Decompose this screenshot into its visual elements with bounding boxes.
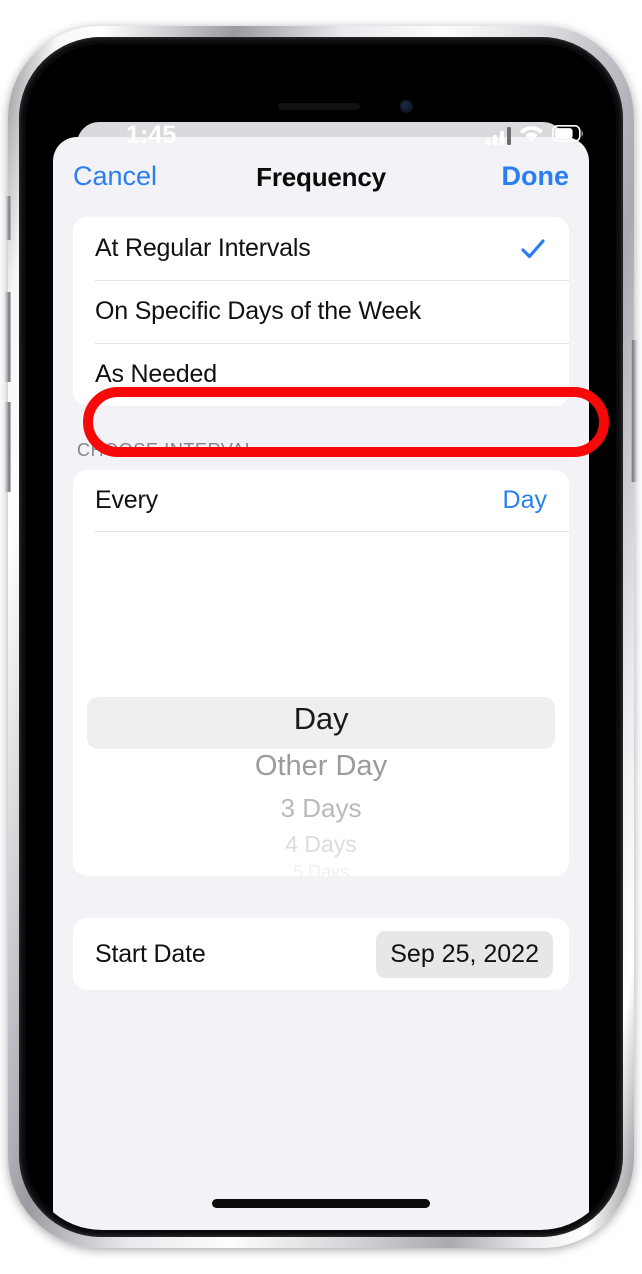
option-label: As Needed: [95, 360, 217, 388]
home-indicator[interactable]: [212, 1199, 430, 1208]
earpiece-speaker-icon: [278, 103, 360, 110]
interval-picker-wheel[interactable]: Day Other Day 3 Days 4 Days 5 Days: [73, 531, 569, 876]
every-row[interactable]: Every Day: [73, 470, 569, 531]
option-label: On Specific Days of the Week: [95, 297, 422, 325]
cellular-signal-icon: [485, 126, 511, 145]
frequency-sheet: Cancel Frequency Done At Regular Interva…: [53, 137, 589, 1230]
frequency-options-card: At Regular Intervals On Specific Days of…: [73, 217, 569, 406]
divider: [95, 531, 569, 532]
start-date-row[interactable]: Start Date Sep 25, 2022: [73, 918, 569, 990]
volume-up-button[interactable]: [4, 292, 11, 382]
frequency-option-as-needed[interactable]: As Needed: [73, 343, 569, 406]
frequency-option-at-regular-intervals[interactable]: At Regular Intervals: [73, 217, 569, 280]
option-label: At Regular Intervals: [95, 234, 311, 262]
status-time: 1:45: [126, 121, 177, 149]
notch: [212, 44, 430, 78]
picker-option[interactable]: Other Day: [73, 750, 569, 783]
done-button[interactable]: Done: [502, 161, 570, 192]
start-date-card: Start Date Sep 25, 2022: [73, 918, 569, 990]
battery-icon: [552, 124, 584, 147]
start-date-value[interactable]: Sep 25, 2022: [376, 930, 553, 978]
choose-interval-section-header: CHOOSE INTERVAL: [77, 440, 256, 460]
picker-option-selected[interactable]: Day: [73, 701, 569, 737]
status-bar: 1:45: [52, 88, 616, 150]
picker-option[interactable]: 4 Days: [73, 831, 569, 858]
mute-switch-button[interactable]: [5, 196, 11, 240]
volume-down-button[interactable]: [4, 402, 11, 492]
interval-picker-card: Every Day Day Other Day 3 Days 4 Days 5 …: [73, 470, 569, 876]
wifi-icon: [520, 124, 543, 147]
every-value[interactable]: Day: [503, 486, 547, 515]
picker-option[interactable]: 5 Days: [73, 862, 569, 876]
picker-option[interactable]: 3 Days: [73, 793, 569, 824]
start-date-label: Start Date: [95, 939, 206, 968]
frequency-option-on-specific-days[interactable]: On Specific Days of the Week: [73, 280, 569, 343]
checkmark-icon: [519, 235, 547, 263]
status-icons: [485, 124, 585, 147]
power-button[interactable]: [631, 340, 638, 482]
front-camera-icon: [400, 100, 413, 113]
every-label: Every: [95, 486, 158, 514]
phone-screen: Cancel Frequency Done At Regular Interva…: [26, 44, 616, 1230]
